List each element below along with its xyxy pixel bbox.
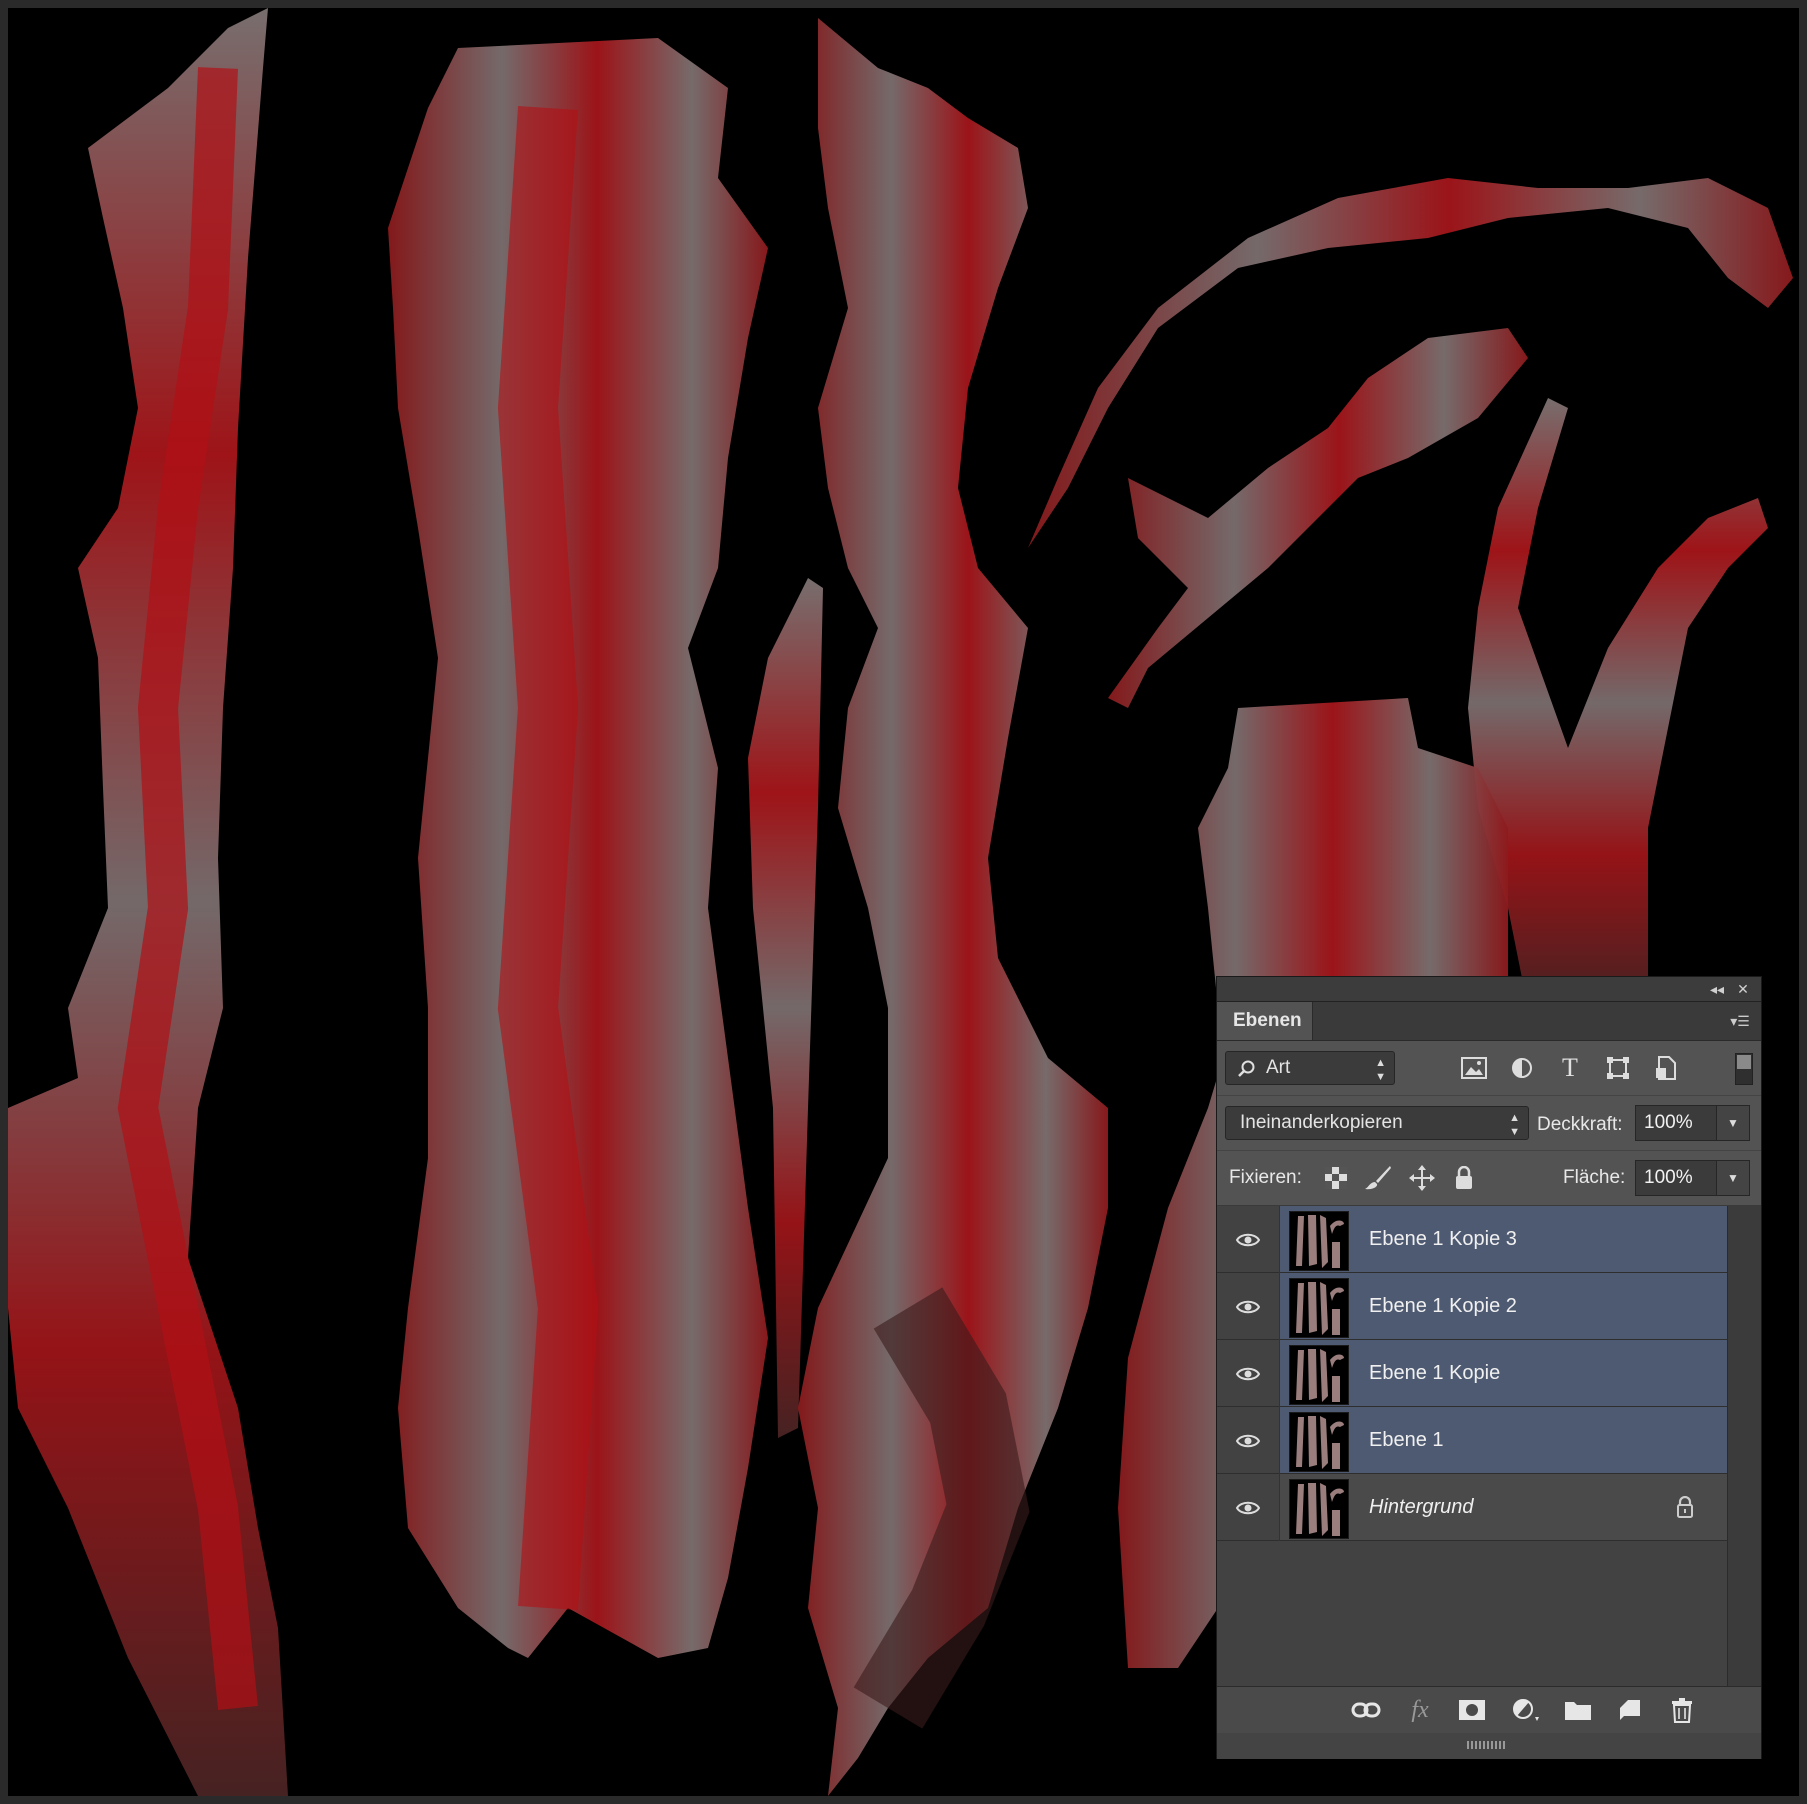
layers-panel: ◂◂ ✕ Ebenen ▾☰ Art ▲ ▼ T Ineinanderkopie… (1216, 976, 1762, 1759)
lock-row: Fixieren: Fläche: 100% ▼ (1217, 1151, 1761, 1206)
layer-filter-row: Art ▲ ▼ T (1217, 1041, 1761, 1096)
layer-row[interactable]: Ebene 1 Kopie 2 (1217, 1273, 1730, 1340)
opacity-label: Deckkraft: (1537, 1114, 1623, 1135)
panel-tab-row: Ebenen ▾☰ (1217, 1002, 1761, 1041)
lock-image-icon[interactable] (1361, 1161, 1395, 1195)
folder-icon[interactable] (1563, 1695, 1593, 1725)
layer-thumbnail (1289, 1211, 1349, 1271)
layers-list: Ebene 1 Kopie 3 Ebene 1 Kopie 2 Ebene 1 … (1217, 1206, 1761, 1686)
visibility-eye-icon[interactable] (1217, 1273, 1280, 1340)
mask-icon[interactable] (1457, 1695, 1487, 1725)
lock-position-icon[interactable] (1405, 1161, 1439, 1195)
layer-filter-value: Art (1266, 1057, 1291, 1078)
visibility-eye-icon[interactable] (1217, 1340, 1280, 1407)
trash-icon[interactable] (1667, 1695, 1697, 1725)
panel-bottom-toolbar: fx (1217, 1686, 1761, 1734)
link-icon[interactable] (1351, 1695, 1381, 1725)
texture-strip-right (798, 18, 1108, 1796)
layer-row[interactable]: Ebene 1 Kopie (1217, 1340, 1730, 1407)
layer-name: Ebene 1 Kopie 2 (1369, 1295, 1517, 1317)
filter-toggle-switch[interactable] (1735, 1053, 1753, 1085)
close-panel-icon[interactable]: ✕ (1733, 979, 1753, 999)
adjustment-icon[interactable] (1511, 1695, 1541, 1725)
smart-object-filter-icon[interactable] (1649, 1051, 1683, 1085)
blend-mode-select[interactable]: Ineinanderkopieren ▲ ▼ (1225, 1106, 1529, 1140)
image-filter-icon[interactable] (1457, 1051, 1491, 1085)
search-icon (1238, 1060, 1255, 1077)
blend-mode-row: Ineinanderkopieren ▲ ▼ Deckkraft: 100% ▼ (1217, 1096, 1761, 1151)
panel-titlebar: ◂◂ ✕ (1217, 977, 1761, 1002)
layer-row[interactable]: Hintergrund (1217, 1474, 1730, 1541)
opacity-field[interactable]: 100% (1635, 1105, 1717, 1141)
visibility-eye-icon[interactable] (1217, 1206, 1280, 1273)
layer-thumbnail (1289, 1412, 1349, 1472)
layers-scrollbar[interactable] (1727, 1206, 1761, 1686)
visibility-eye-icon[interactable] (1217, 1474, 1280, 1541)
layer-thumbnail (1289, 1479, 1349, 1539)
texture-strip-left (8, 8, 288, 1796)
shape-filter-icon[interactable] (1601, 1051, 1635, 1085)
layer-name: Ebene 1 Kopie 3 (1369, 1228, 1517, 1250)
panel-resize-grip[interactable] (1217, 1733, 1761, 1759)
layer-row[interactable]: Ebene 1 Kopie 3 (1217, 1206, 1730, 1273)
layer-name: Hintergrund (1369, 1496, 1474, 1518)
visibility-eye-icon[interactable] (1217, 1407, 1280, 1474)
layer-thumbnail (1289, 1345, 1349, 1405)
adjustment-filter-icon[interactable] (1505, 1051, 1539, 1085)
layer-lock-icon[interactable] (1676, 1495, 1694, 1524)
new-layer-icon[interactable] (1615, 1695, 1645, 1725)
blend-mode-value: Ineinanderkopieren (1240, 1112, 1403, 1133)
layer-name: Ebene 1 Kopie (1369, 1362, 1501, 1384)
layer-filter-select[interactable]: Art ▲ ▼ (1225, 1051, 1395, 1085)
collapse-panel-icon[interactable]: ◂◂ (1707, 979, 1727, 999)
layer-name: Ebene 1 (1369, 1429, 1444, 1451)
lock-transparent-icon[interactable] (1319, 1161, 1353, 1195)
type-filter-icon[interactable]: T (1553, 1051, 1587, 1085)
select-arrows-icon: ▲ ▼ (1509, 1112, 1520, 1138)
lock-all-icon[interactable] (1447, 1161, 1481, 1195)
fill-label: Fläche: (1563, 1167, 1626, 1188)
texture-branch (1108, 328, 1528, 708)
fill-dropdown-icon[interactable]: ▼ (1716, 1160, 1750, 1196)
texture-strip-center (388, 38, 768, 1658)
tab-layers[interactable]: Ebenen (1217, 1002, 1313, 1040)
layer-thumbnail (1289, 1278, 1349, 1338)
panel-menu-icon[interactable]: ▾☰ (1727, 1012, 1753, 1030)
layer-row[interactable]: Ebene 1 (1217, 1407, 1730, 1474)
lock-label: Fixieren: (1229, 1167, 1302, 1188)
opacity-dropdown-icon[interactable]: ▼ (1716, 1105, 1750, 1141)
select-arrows-icon: ▲ ▼ (1375, 1057, 1386, 1083)
texture-fork (1468, 398, 1768, 1008)
fx-icon[interactable]: fx (1405, 1695, 1435, 1725)
fill-field[interactable]: 100% (1635, 1160, 1717, 1196)
